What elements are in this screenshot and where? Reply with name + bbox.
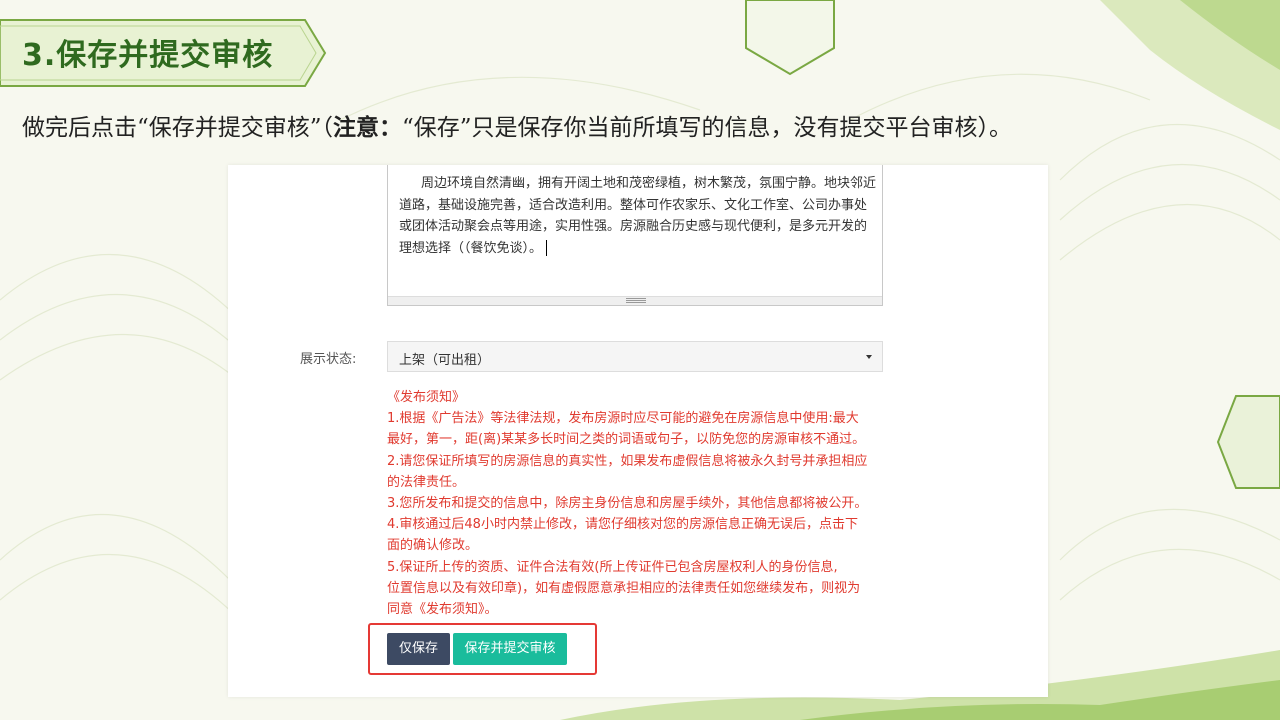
notice-line: 位置信息以及有效印章)，如有虚假愿意承担相应的法律责任如您继续发布，则视为 [387,580,861,596]
notice-line: 1.根据《广告法》等法律法规，发布房源时应尽可能的避免在房源信息中使用:最大 [387,411,859,427]
notice-line: 最好，第一，距(离)某某多长时间之类的词语或句子，以防免您的房源审核不通过。 [387,432,866,448]
status-select-value: 上架（可出租） [399,353,491,368]
dropdown-caret-icon [866,355,872,359]
slide-subtitle: 做完后点击“保存并提交审核”（注意：“保存”只是保存你当前所填写的信息，没有提交… [22,108,1012,142]
notice-line: 2.请您保证所填写的房源信息的真实性，如果发布虚假信息将被永久封号并承担相应 [387,453,868,469]
subtitle-note-label: 注意： [333,114,403,141]
status-select[interactable]: 上架（可出租） [387,341,883,372]
notice-line: 4.审核通过后48小时内禁止修改，请您仔细核对您的房源信息正确无误后，点击下 [387,517,858,533]
notice-line: 的法律责任。 [387,474,466,490]
subtitle-suffix: “保存”只是保存你当前所填写的信息，没有提交平台审核）。 [402,115,1013,141]
form-panel: 周边环境自然清幽，拥有开阔土地和茂密绿植，树木繁茂，氛围宁静。地块邻近道路，基础… [228,165,1048,697]
notice-line: 同意《发布须知》。 [387,602,498,618]
save-only-button[interactable]: 仅保存 [387,633,450,665]
text-caret [546,240,548,256]
publish-notice: 《发布须知》 1.根据《广告法》等法律法规，发布房源时应尽可能的避免在房源信息中… [387,387,897,620]
resize-grip-icon [626,298,646,304]
save-and-submit-button[interactable]: 保存并提交审核 [453,633,567,665]
status-label: 展示状态: [300,352,357,367]
notice-line: 《发布须知》 [387,390,466,405]
notice-line: 5.保证所上传的资质、证件合法有效(所上传证件已包含房屋权利人的身份信息, [387,559,838,575]
slide-title: 3.保存并提交审核 [22,38,274,73]
description-textarea[interactable]: 周边环境自然清幽，拥有开阔土地和茂密绿植，树木繁茂，氛围宁静。地块邻近道路，基础… [387,165,883,306]
hexagon-decoration-top [745,0,835,76]
textarea-resize-handle[interactable] [388,296,882,305]
description-content: 周边环境自然清幽，拥有开阔土地和茂密绿植，树木繁茂，氛围宁静。地块邻近道路，基础… [399,176,877,256]
subtitle-prefix: 做完后点击“保存并提交审核”（ [22,115,334,141]
hexagon-decoration-right [1216,395,1280,489]
notice-line: 3.您所发布和提交的信息中，除房主身份信息和房屋手续外，其他信息都将被公开。 [387,496,868,512]
description-text: 周边环境自然清幽，拥有开阔土地和茂密绿植，树木繁茂，氛围宁静。地块邻近道路，基础… [399,173,877,259]
notice-line: 面的确认修改。 [387,538,479,554]
